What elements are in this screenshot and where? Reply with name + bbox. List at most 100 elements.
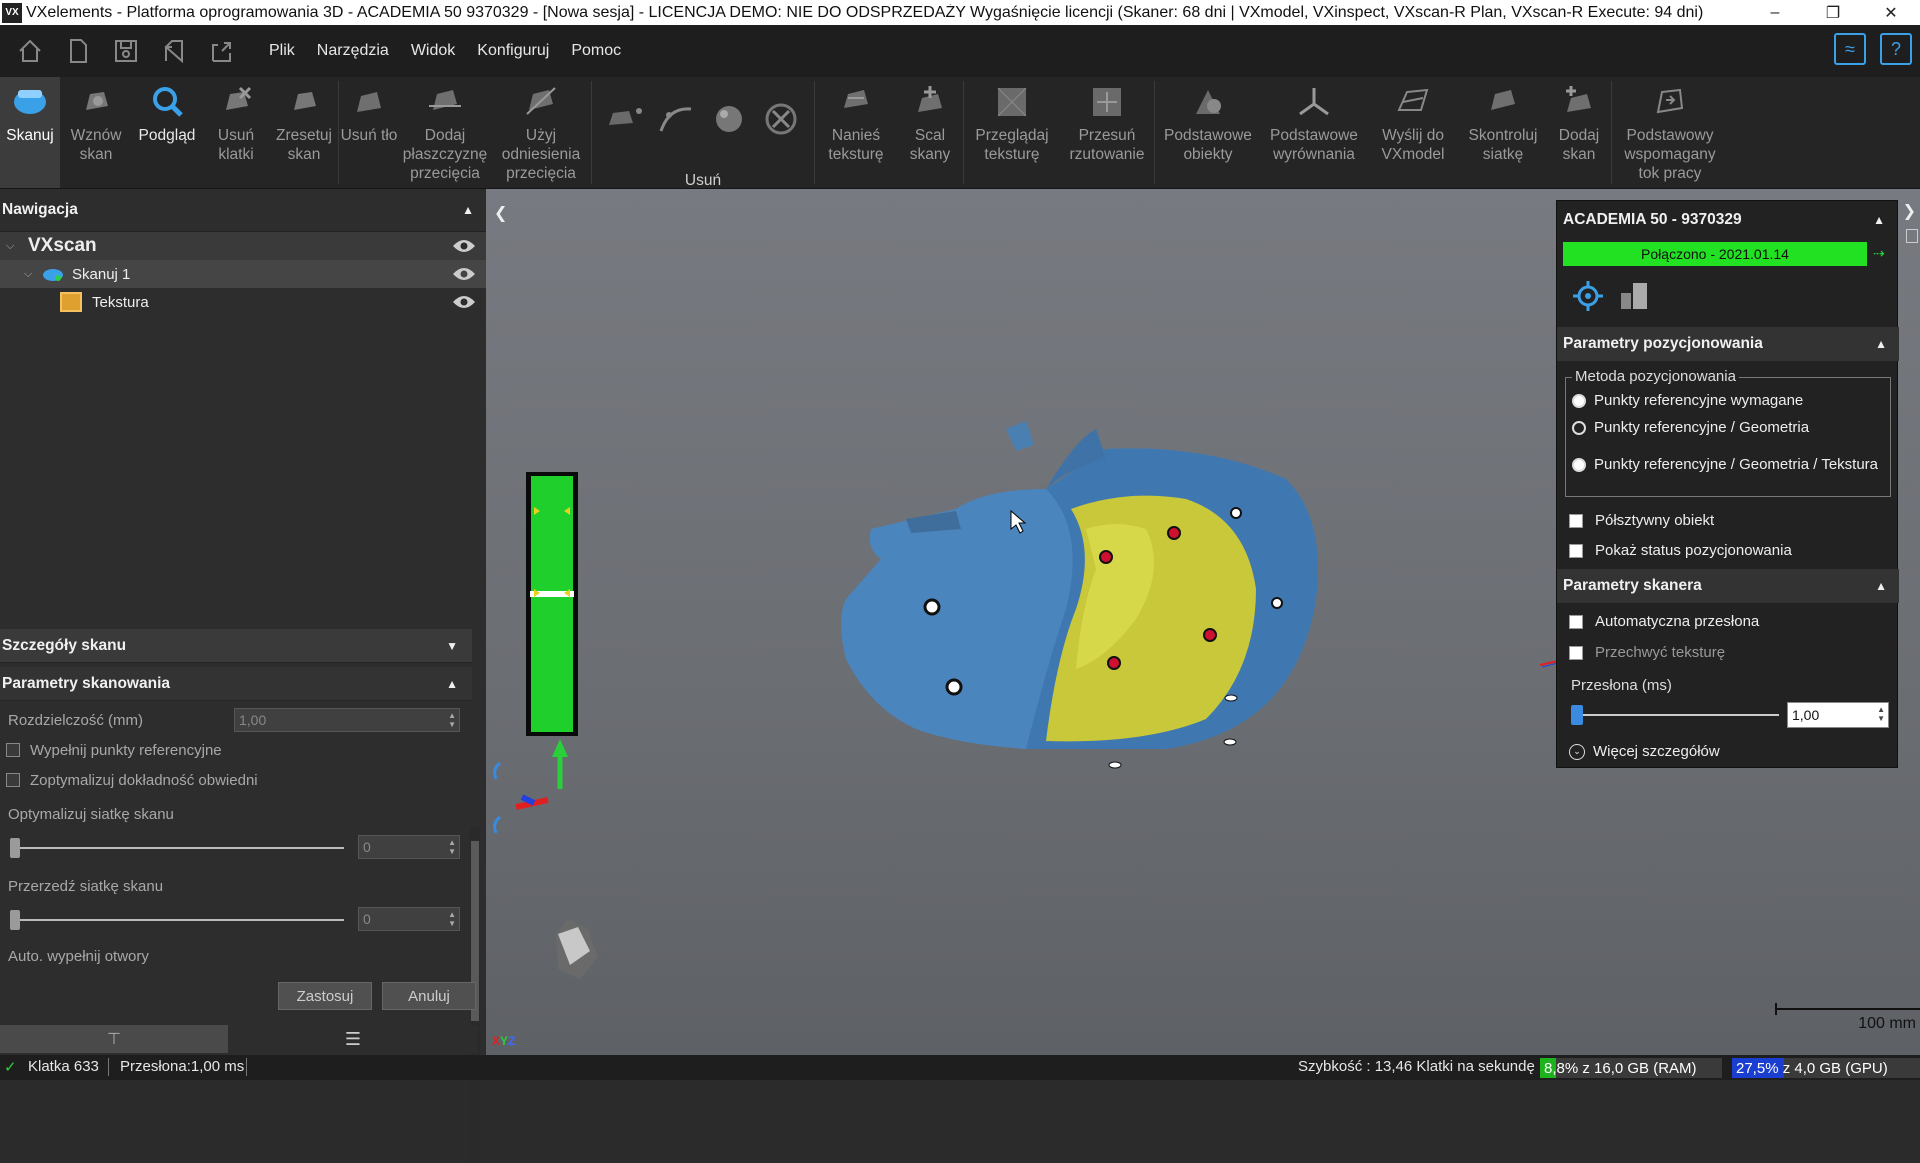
more-details-row[interactable]: ⌄ Więcej szczegółów	[1569, 743, 1720, 760]
shutter-slider-thumb[interactable]	[1571, 705, 1583, 725]
tab-list-view[interactable]: ☰	[228, 1025, 478, 1053]
optimize-mesh-slider-thumb[interactable]	[10, 838, 20, 858]
capture-texture-checkbox[interactable]	[1569, 645, 1583, 660]
preview-button[interactable]: Podgląd	[132, 77, 202, 188]
spinner-arrows-icon[interactable]: ▲ ▼	[448, 910, 456, 928]
help-icon[interactable]: ?	[1880, 33, 1912, 65]
panel-toggle-icon[interactable]	[1906, 229, 1918, 243]
save-icon[interactable]	[108, 33, 144, 69]
menu-narzedzia[interactable]: Narzędzia	[306, 25, 400, 77]
decimate-mesh-input[interactable]: 0 ▲ ▼	[358, 907, 460, 931]
expand-circle-icon[interactable]: ⌄	[1569, 743, 1585, 760]
use-clipping-reference-button[interactable]: Użyj odniesienia przecięcia	[491, 77, 591, 188]
semi-rigid-row[interactable]: Półsztywny obiekt	[1569, 512, 1714, 529]
check-mesh-button[interactable]: Skontroluj siatkę	[1459, 77, 1547, 188]
basic-entities-button[interactable]: Podstawowe obiekty	[1155, 77, 1261, 188]
optimize-mesh-input[interactable]: 0 ▲ ▼	[358, 835, 460, 859]
radio-button[interactable]	[1572, 420, 1586, 435]
new-file-icon[interactable]	[60, 33, 96, 69]
add-clipping-plane-button[interactable]: Dodaj płaszczyznę przecięcia	[399, 77, 491, 188]
method-option-geometry[interactable]: Punkty referencyjne / Geometria	[1572, 419, 1809, 436]
close-button[interactable]: ✕	[1862, 0, 1920, 25]
orientation-cube-icon[interactable]	[493, 739, 598, 979]
collapse-right-icon[interactable]: ❯	[1903, 201, 1916, 221]
resume-scan-button[interactable]: Wznów skan	[60, 77, 132, 188]
capture-texture-row[interactable]: Przechwyć teksturę	[1569, 644, 1725, 661]
apply-button[interactable]: Zastosuj	[278, 982, 372, 1010]
chevron-up-icon[interactable]: ▲	[462, 203, 474, 217]
fill-targets-row[interactable]: Wypełnij punkty referencyjne	[0, 735, 472, 765]
merge-scans-button[interactable]: Scal skany	[897, 77, 963, 188]
resolution-input[interactable]: 1,00 ▲ ▼	[234, 708, 460, 732]
radio-button[interactable]	[1572, 393, 1586, 408]
browse-texture-button[interactable]: Przeglądaj teksturę	[964, 77, 1060, 188]
home-icon[interactable]	[12, 33, 48, 69]
navigation-header[interactable]: Nawigacja ▲	[0, 189, 486, 232]
tab-tree-view[interactable]: ⊤	[0, 1025, 228, 1053]
delete-frames-button[interactable]: Usuń klatki	[202, 77, 270, 188]
semi-rigid-checkbox[interactable]	[1569, 513, 1583, 528]
tree-row-vxscan[interactable]: ⌵ VXscan	[0, 232, 486, 260]
move-projection-button[interactable]: Przesuń rzutowanie	[1060, 77, 1154, 188]
scanner-panel-header[interactable]: ACADEMIA 50 - 9370329 ▲	[1557, 201, 1897, 239]
fill-targets-checkbox[interactable]	[6, 743, 20, 757]
wifi-icon[interactable]: ≈	[1834, 33, 1866, 65]
method-option-texture[interactable]: Punkty referencyjne / Geometria / Tekstu…	[1572, 456, 1878, 473]
basic-guided-workflow-button[interactable]: Podstawowy wspomagany tok pracy	[1612, 77, 1728, 188]
tree-row-scan-1[interactable]: ⌵ Skanuj 1	[0, 260, 486, 288]
shutter-slider[interactable]	[1571, 714, 1779, 716]
radio-button[interactable]	[1572, 457, 1586, 472]
remove-background-button[interactable]: Usuń tło	[339, 77, 399, 188]
menu-pomoc[interactable]: Pomoc	[560, 25, 632, 77]
export-icon[interactable]	[204, 33, 240, 69]
open-project-icon[interactable]	[156, 33, 192, 69]
spinner-arrows-icon[interactable]: ▲ ▼	[448, 838, 456, 856]
restore-button[interactable]: ❐	[1804, 0, 1862, 25]
decimate-mesh-slider-thumb[interactable]	[10, 910, 20, 930]
show-status-checkbox[interactable]	[1569, 543, 1583, 558]
minimize-button[interactable]: –	[1746, 0, 1804, 25]
positioning-params-header[interactable]: Parametry pozycjonowania ▲	[1557, 327, 1899, 361]
optimize-accuracy-checkbox[interactable]	[6, 773, 20, 787]
optimize-accuracy-row[interactable]: Zoptymalizuj dokładność obwiedni	[0, 765, 472, 795]
optimize-mesh-slider[interactable]	[14, 847, 344, 849]
basic-alignments-button[interactable]: Podstawowe wyrównania	[1261, 77, 1367, 188]
visibility-eye-icon[interactable]	[452, 266, 476, 286]
apply-texture-button[interactable]: Nanieś teksturę	[815, 77, 897, 188]
chevron-down-icon[interactable]: ⌵	[6, 240, 24, 253]
remove-isolated-icon[interactable]	[603, 101, 647, 142]
visibility-eye-icon[interactable]	[452, 294, 476, 314]
cancel-button[interactable]: Anuluj	[382, 982, 476, 1010]
auto-shutter-checkbox[interactable]	[1569, 614, 1583, 629]
disconnect-icon[interactable]: ⇢	[1873, 245, 1885, 262]
chevron-up-icon[interactable]: ▲	[1873, 213, 1885, 227]
chevron-up-icon[interactable]: ▲	[1875, 579, 1887, 593]
show-status-row[interactable]: Pokaż status pozycjonowania	[1569, 542, 1792, 559]
chevron-up-icon[interactable]: ▲	[446, 677, 458, 691]
add-scan-button[interactable]: Dodaj skan	[1547, 77, 1611, 188]
positioning-target-icon[interactable]	[1571, 279, 1605, 318]
scan-button[interactable]: Skanuj	[0, 77, 60, 188]
menu-konfiguruj[interactable]: Konfiguruj	[466, 25, 560, 77]
remove-selection-icon[interactable]	[707, 101, 751, 142]
remove-targets-icon[interactable]	[759, 101, 803, 142]
chevron-up-icon[interactable]: ▲	[1875, 337, 1887, 351]
chevron-down-icon[interactable]: ⌵	[24, 268, 42, 281]
scanner-device-icon[interactable]	[1619, 281, 1649, 316]
menu-widok[interactable]: Widok	[400, 25, 466, 77]
spinner-arrows-icon[interactable]: ▲ ▼	[1877, 705, 1885, 723]
shutter-input[interactable]: 1,00 ▲ ▼	[1787, 702, 1889, 728]
scanner-params-header[interactable]: Parametry skanera ▲	[1557, 569, 1899, 603]
reset-scan-button[interactable]: Zresetuj skan	[270, 77, 338, 188]
auto-shutter-row[interactable]: Automatyczna przesłona	[1569, 613, 1759, 630]
scan-params-header[interactable]: Parametry skanowania ▲	[0, 667, 472, 701]
method-option-targets[interactable]: Punkty referencyjne wymagane	[1572, 392, 1803, 409]
chevron-down-icon[interactable]: ▼	[446, 639, 458, 653]
visibility-eye-icon[interactable]	[452, 238, 476, 258]
spinner-arrows-icon[interactable]: ▲ ▼	[448, 711, 456, 729]
tree-row-texture[interactable]: Tekstura	[0, 288, 486, 316]
remove-freeform-icon[interactable]	[655, 101, 699, 142]
decimate-mesh-slider[interactable]	[14, 919, 344, 921]
scan-details-header[interactable]: Szczegóły skanu ▼	[0, 629, 472, 663]
menu-plik[interactable]: Plik	[258, 25, 306, 77]
